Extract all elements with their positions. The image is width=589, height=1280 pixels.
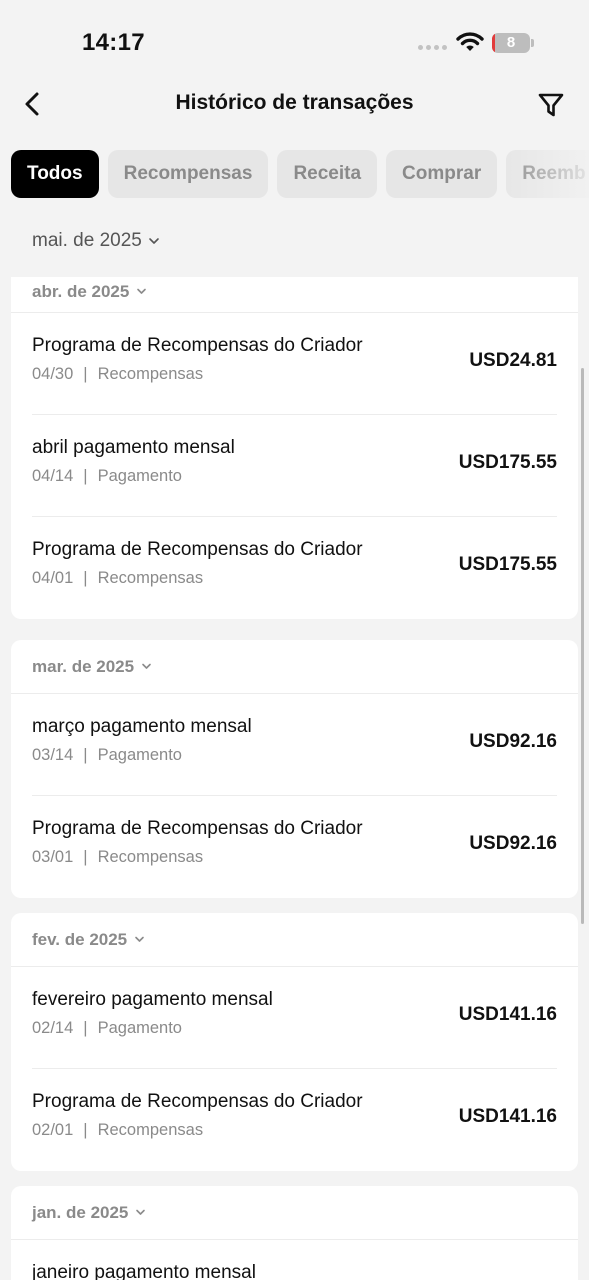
month-group-header[interactable]: abr. de 2025 [11,277,578,313]
scrollbar[interactable] [581,368,584,924]
meta-separator: | [83,365,88,383]
transaction-list[interactable]: abr. de 2025 Programa de Recompensas do C… [0,277,589,1280]
chevron-down-icon [142,663,151,669]
transaction-type: Recompensas [97,848,204,866]
nav-bar: Histórico de transações [0,84,589,124]
month-group-card: mar. de 2025 março pagamento mensal 03/14 |… [11,640,578,898]
transaction-amount: USD175.55 [458,452,557,473]
transaction-amount: USD92.16 [469,731,557,752]
transaction-title: abril pagamento mensal [32,437,235,458]
transaction-meta: 04/01 | Recompensas [32,569,203,588]
meta-separator: | [83,848,88,866]
transaction-title: Programa de Recompensas do Criador [32,539,363,560]
meta-separator: | [83,1019,88,1037]
transaction-row[interactable]: Programa de Recompensas do Criador 04/01 |… [32,517,557,619]
transaction-title: Programa de Recompensas do Criador [32,818,363,839]
transaction-meta: 03/14 | Pagamento [32,746,182,765]
meta-separator: | [83,1121,88,1139]
tab-comprar[interactable]: Comprar [386,150,498,198]
status-bar: 14:17 8 [0,0,589,84]
month-selector[interactable]: mai. de 2025 [32,230,160,252]
transaction-type: Pagamento [97,467,182,485]
tab-reemb[interactable]: Reemb [506,150,589,198]
meta-separator: | [83,569,88,587]
transaction-amount: USD175.55 [458,554,557,575]
transaction-title: fevereiro pagamento mensal [32,989,273,1010]
month-group-label: mar. de 2025 [32,656,135,676]
transaction-row[interactable]: janeiro pagamento mensal [32,1240,557,1280]
battery-text: 8 [506,34,516,51]
chevron-down-icon [135,936,144,942]
transaction-row[interactable]: Programa de Recompensas do Criador 04/30 |… [32,313,557,415]
transaction-title: Programa de Recompensas do Criador [32,1091,363,1112]
transaction-date: 04/14 [32,467,74,485]
transaction-row[interactable]: Programa de Recompensas do Criador 03/01 |… [32,796,557,898]
month-group-card: jan. de 2025 janeiro pagamento mensal [11,1186,578,1280]
transaction-type: Recompensas [97,1121,204,1139]
month-selector-label: mai. de 2025 [32,230,142,251]
status-time: 14:17 [82,29,145,56]
transaction-row[interactable]: fevereiro pagamento mensal 02/14 | Pagament… [32,967,557,1069]
transaction-amount: USD141.16 [458,1106,557,1127]
page-title: Histórico de transações [175,91,414,114]
month-group-label: jan. de 2025 [32,1202,129,1222]
transaction-title: Programa de Recompensas do Criador [32,335,363,356]
transaction-meta: 02/01 | Recompensas [32,1121,203,1140]
meta-separator: | [83,746,88,764]
tab-receita[interactable]: Receita [277,150,378,198]
month-group-card: abr. de 2025 Programa de Recompensas do C… [11,277,578,619]
transaction-date: 03/01 [32,848,74,866]
transaction-row[interactable]: abril pagamento mensal 04/14 | Pagamento USD… [32,415,557,517]
signal-dots-icon [418,45,447,50]
transaction-meta: 03/01 | Recompensas [32,848,203,867]
transaction-date: 02/01 [32,1121,74,1139]
transaction-amount: USD92.16 [469,833,557,854]
battery-icon: 8 [492,33,530,53]
transaction-row[interactable]: Programa de Recompensas do Criador 02/01 |… [32,1069,557,1171]
filter-tabs: Todos Recompensas Receita Comprar Reemb [11,150,589,198]
transaction-meta: 04/14 | Pagamento [32,467,182,486]
transaction-title: março pagamento mensal [32,716,252,737]
transaction-type: Pagamento [97,1019,182,1037]
chevron-down-icon [136,1209,146,1215]
month-group-label: fev. de 2025 [32,929,128,949]
battery-cap [531,39,534,47]
month-group-header[interactable]: jan. de 2025 [11,1186,578,1240]
meta-separator: | [83,467,88,485]
transaction-row[interactable]: março pagamento mensal 03/14 | Pagamento USD… [32,694,557,796]
transaction-date: 03/14 [32,746,74,764]
transaction-date: 04/01 [32,569,74,587]
transaction-meta: 02/14 | Pagamento [32,1019,182,1038]
month-group-label: abr. de 2025 [32,281,130,301]
transaction-amount: USD141.16 [458,1004,557,1025]
transaction-meta: 04/30 | Recompensas [32,365,203,384]
chevron-down-icon [149,238,159,244]
month-group-card: fev. de 2025 fevereiro pagamento mensal 02… [11,913,578,1171]
transaction-title: janeiro pagamento mensal [32,1262,256,1280]
transaction-date: 02/14 [32,1019,74,1037]
transaction-date: 04/30 [32,365,74,383]
chevron-down-icon [137,288,147,294]
transaction-type: Recompensas [97,365,204,383]
funnel-icon[interactable] [534,88,568,122]
wifi-icon [456,32,484,51]
transaction-type: Pagamento [97,746,182,764]
transaction-type: Recompensas [97,569,204,587]
tab-recompensas[interactable]: Recompensas [107,150,269,198]
transaction-amount: USD24.81 [469,350,557,371]
month-group-header[interactable]: fev. de 2025 [11,913,578,967]
month-group-header[interactable]: mar. de 2025 [11,640,578,694]
tab-todos[interactable]: Todos [11,150,99,198]
